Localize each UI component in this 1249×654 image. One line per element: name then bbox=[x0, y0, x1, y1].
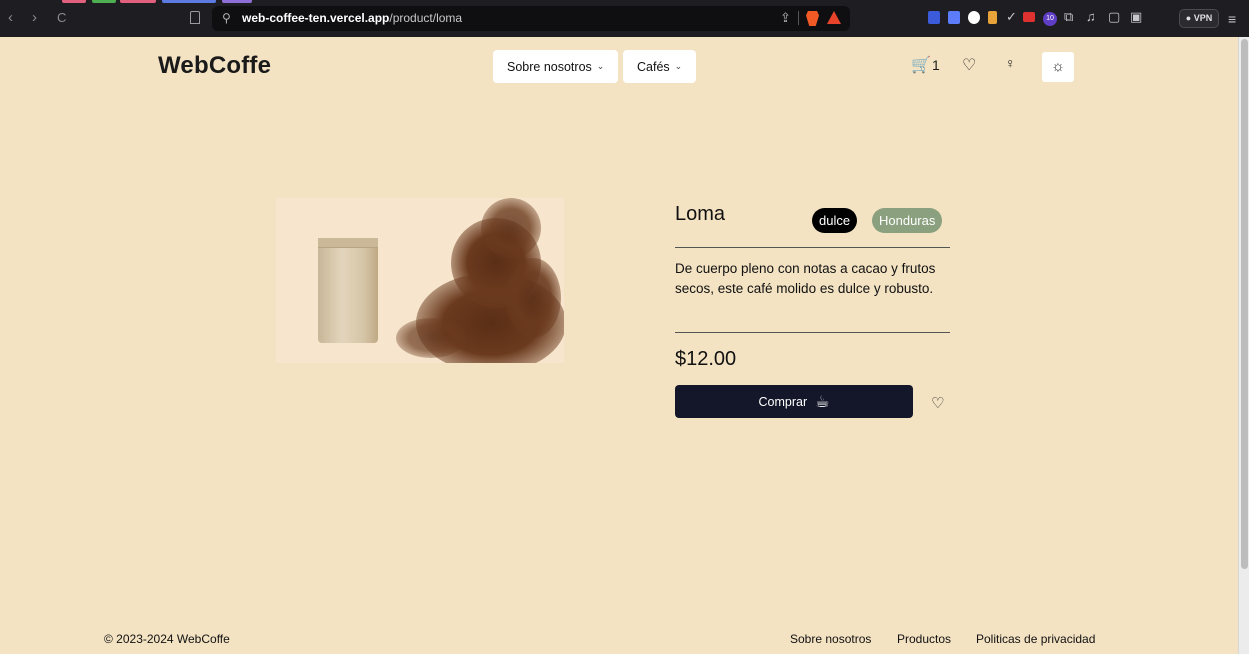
product-description: De cuerpo pleno con notas a cacao y frut… bbox=[675, 261, 936, 296]
bookmark-icon[interactable] bbox=[190, 11, 200, 24]
product-price: $12.00 bbox=[675, 348, 737, 370]
heart-icon[interactable]: ♡ bbox=[962, 55, 976, 75]
divider bbox=[675, 332, 950, 333]
site-settings-icon[interactable]: ⚲ bbox=[222, 11, 231, 25]
url-text[interactable]: web-coffee-ten.vercel.app/product/loma bbox=[242, 11, 462, 25]
reload-icon[interactable]: C bbox=[57, 10, 66, 26]
cart-count[interactable]: 1 bbox=[932, 57, 940, 73]
page-scrollbar[interactable] bbox=[1238, 37, 1249, 654]
extension-lastpass-icon[interactable] bbox=[1023, 12, 1035, 22]
coffee-cup-icon: ☕ bbox=[815, 393, 830, 411]
extension-check-icon[interactable]: ✓ bbox=[1006, 9, 1017, 25]
product-title: Loma bbox=[675, 203, 726, 225]
url-divider bbox=[798, 11, 799, 25]
footer-link-about[interactable]: Sobre nosotros bbox=[790, 632, 871, 646]
url-path: /product/loma bbox=[389, 11, 463, 25]
nav-about-label: Sobre nosotros bbox=[507, 59, 592, 74]
tab-strip[interactable] bbox=[0, 0, 260, 4]
scrollbar-thumb[interactable] bbox=[1241, 39, 1248, 569]
extension-badge[interactable]: 10 bbox=[1043, 12, 1057, 26]
product-image bbox=[276, 198, 564, 363]
address-bar[interactable]: ⚲ web-coffee-ten.vercel.app/product/loma… bbox=[212, 6, 850, 31]
user-icon[interactable]: ♀ bbox=[1005, 55, 1016, 71]
menu-icon[interactable]: ≡ bbox=[1228, 11, 1236, 27]
footer-copyright: © 2023-2024 WebCoffe bbox=[104, 632, 230, 646]
url-domain: web-coffee-ten.vercel.app bbox=[242, 11, 390, 25]
brave-rewards-icon[interactable] bbox=[827, 11, 841, 24]
extension-translate-icon[interactable] bbox=[948, 11, 960, 24]
vpn-label: VPN bbox=[1193, 13, 1213, 23]
footer-link-privacy[interactable]: Politicas de privacidad bbox=[976, 632, 1095, 646]
forward-icon[interactable]: › bbox=[32, 10, 37, 26]
chevron-down-icon: ⌄ bbox=[674, 61, 683, 71]
browser-toolbar: ‹ › C ⚲ web-coffee-ten.vercel.app/produc… bbox=[0, 0, 1249, 37]
footer-link-products[interactable]: Productos bbox=[897, 632, 951, 646]
nav-coffees-dropdown[interactable]: Cafés ⌄ bbox=[623, 50, 697, 83]
cart-icon[interactable]: 🛒 bbox=[911, 55, 931, 75]
media-icon[interactable]: ♫ bbox=[1086, 9, 1096, 24]
extension-compass-icon[interactable] bbox=[968, 11, 980, 24]
extensions-puzzle-icon[interactable]: ⧉ bbox=[1064, 9, 1073, 25]
chevron-down-icon: ⌄ bbox=[596, 61, 605, 71]
nav-about-dropdown[interactable]: Sobre nosotros ⌄ bbox=[493, 50, 619, 83]
share-icon[interactable]: ⇪ bbox=[780, 10, 791, 26]
extension-figure-icon[interactable] bbox=[988, 11, 997, 24]
vpn-button[interactable]: ● VPN bbox=[1179, 9, 1219, 28]
coffee-bag-image bbox=[318, 238, 378, 343]
buy-button-label: Comprar bbox=[758, 394, 808, 409]
favorite-heart-icon[interactable]: ♡ bbox=[931, 394, 944, 412]
back-icon[interactable]: ‹ bbox=[8, 10, 13, 26]
sidebar-icon[interactable]: ▢ bbox=[1108, 9, 1120, 25]
buy-button[interactable]: Comprar ☕ bbox=[675, 385, 913, 418]
brave-shields-icon[interactable] bbox=[806, 11, 819, 26]
wallet-icon[interactable]: ▣ bbox=[1130, 9, 1142, 25]
nav-coffees-label: Cafés bbox=[637, 59, 670, 74]
tag-origin: Honduras bbox=[872, 208, 943, 233]
tag-flavor: dulce bbox=[812, 208, 858, 233]
divider bbox=[675, 247, 950, 248]
extension-shield-icon[interactable] bbox=[928, 11, 940, 24]
site-logo[interactable]: WebCoffe bbox=[158, 52, 271, 80]
theme-toggle-button[interactable]: ☼ bbox=[1042, 52, 1074, 82]
sun-icon: ☼ bbox=[1051, 58, 1065, 75]
